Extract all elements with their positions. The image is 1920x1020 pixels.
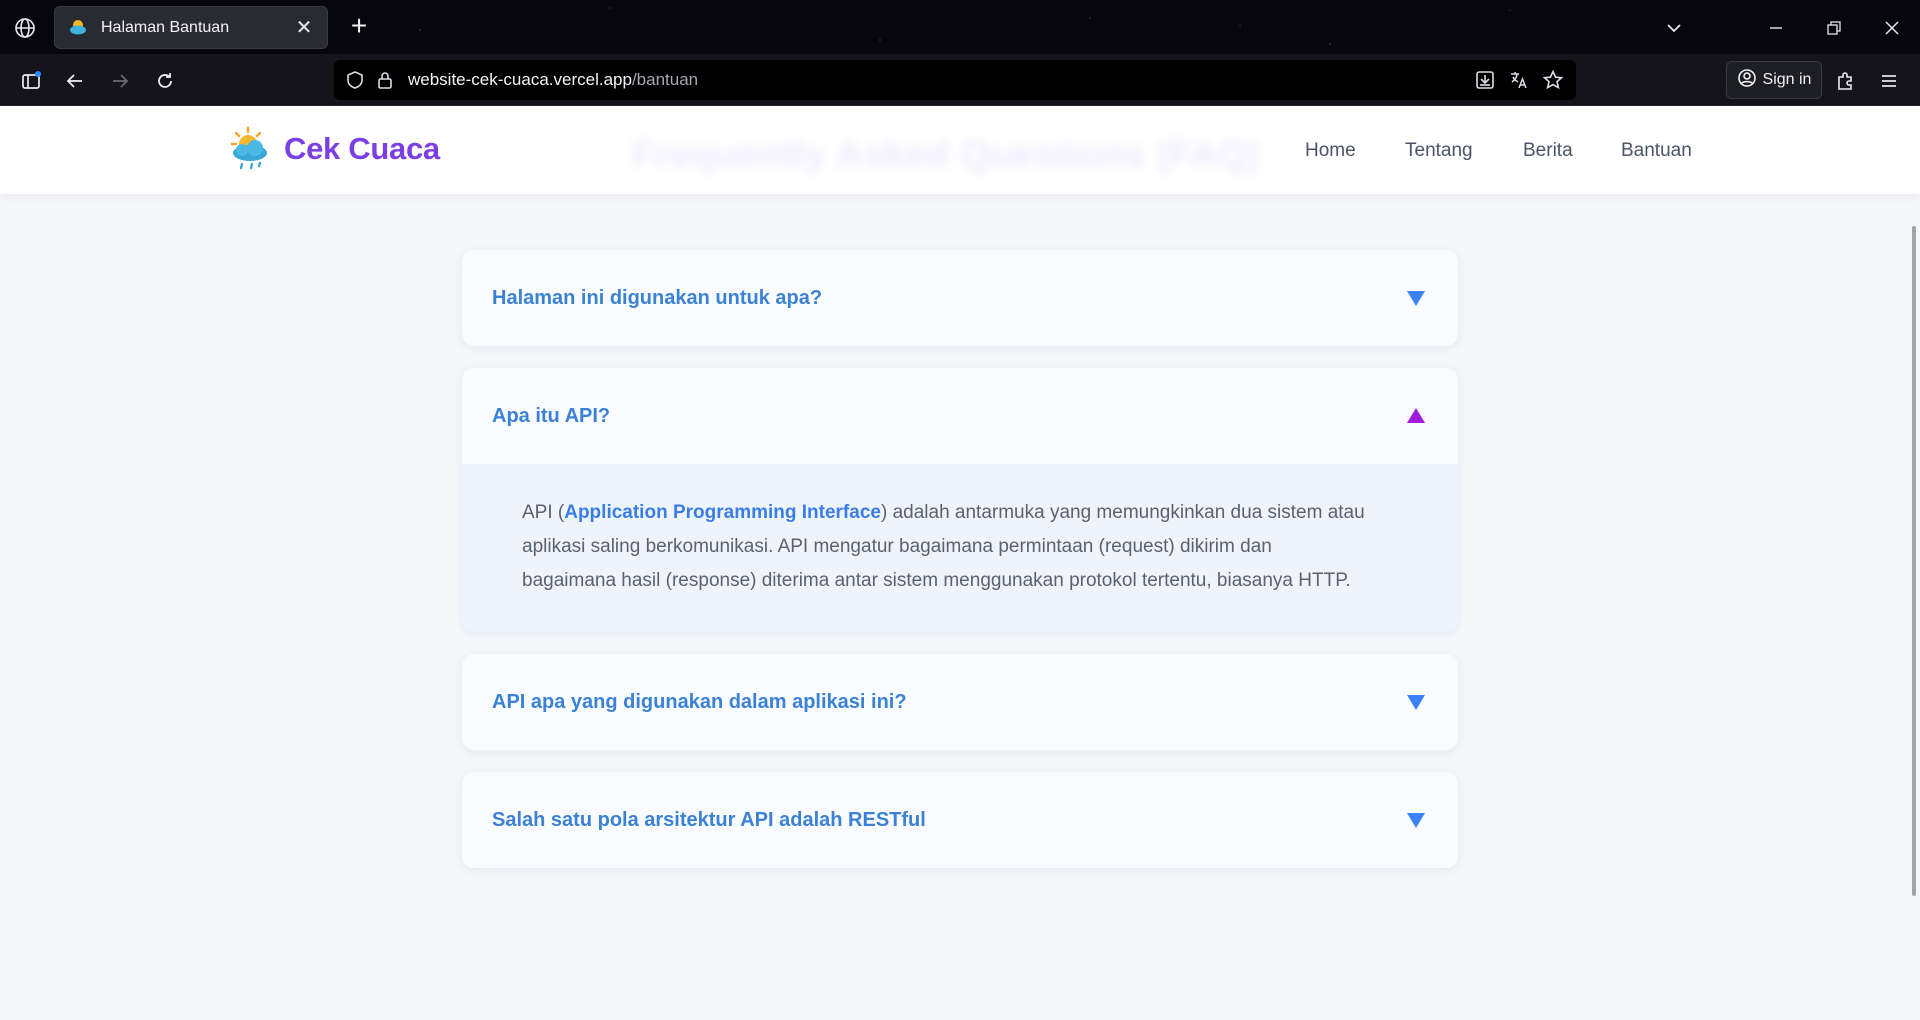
site-logo[interactable]: Cek Cuaca [228,126,440,172]
back-icon[interactable] [60,66,90,96]
brand-name: Cek Cuaca [284,131,440,166]
page-scrollbar[interactable] [1912,226,1916,896]
lock-icon[interactable] [370,65,400,95]
site-header: Cek Cuaca Frequently Asked Questions (FA… [0,106,1920,194]
nav-bantuan[interactable]: Bantuan [1621,140,1692,162]
bookmark-star-icon[interactable] [1538,65,1568,95]
extensions-icon[interactable] [1830,66,1860,96]
blurred-page-title: Frequently Asked Questions (FAQ) [632,134,1260,176]
nav-tentang[interactable]: Tentang [1405,140,1473,162]
reload-icon[interactable] [150,66,180,96]
triangle-down-icon [1404,809,1428,831]
weather-logo-icon [228,126,272,172]
faq-item: API apa yang digunakan dalam aplikasi in… [462,654,1458,750]
download-page-icon[interactable] [1470,65,1500,95]
minimize-icon[interactable] [1762,14,1790,42]
sidebar-icon[interactable] [16,66,46,96]
nav-home[interactable]: Home [1305,140,1356,162]
translate-icon[interactable] [1504,65,1534,95]
faq-item: Salah satu pola arsitektur API adalah RE… [462,772,1458,868]
weather-favicon-icon [67,17,89,39]
nav-berita[interactable]: Berita [1523,140,1573,162]
triangle-up-icon [1404,405,1428,427]
menu-icon[interactable] [1874,66,1904,96]
address-bar[interactable]: website-cek-cuaca.vercel.app/bantuan [334,60,1576,100]
faq-question-toggle[interactable]: Salah satu pola arsitektur API adalah RE… [462,772,1458,868]
triangle-down-icon [1404,287,1428,309]
faq-question: API apa yang digunakan dalam aplikasi in… [492,690,907,713]
tab-title: Halaman Bantuan [101,18,230,36]
tab-list-chevron-icon[interactable] [1660,14,1688,42]
faq-question: Apa itu API? [492,404,611,427]
faq-question-toggle[interactable]: API apa yang digunakan dalam aplikasi in… [462,654,1458,750]
faq-item: Halaman ini digunakan untuk apa? [462,250,1458,346]
sign-in-label: Sign in [1762,71,1812,88]
new-tab-icon[interactable]: + [344,12,374,42]
faq-answer: API (Application Programming Interface) … [462,464,1458,632]
sign-in-button[interactable]: Sign in [1726,61,1822,99]
close-window-icon[interactable] [1878,14,1906,42]
url-text: website-cek-cuaca.vercel.app/bantuan [408,70,698,90]
account-icon [1737,68,1757,93]
browser-tab[interactable]: Halaman Bantuan ✕ [54,6,328,49]
faq-question: Halaman ini digunakan untuk apa? [492,286,823,309]
shield-icon[interactable] [340,65,370,95]
forward-icon[interactable] [105,66,135,96]
faq-question: Salah satu pola arsitektur API adalah RE… [492,808,926,831]
faq-item-expanded: Apa itu API? API (Application Programmin… [462,368,1458,632]
tab-close-icon[interactable]: ✕ [293,17,315,39]
answer-prefix: API ( [522,502,565,523]
globe-icon[interactable] [12,15,38,41]
restore-icon[interactable] [1820,14,1848,42]
url-domain: website-cek-cuaca.vercel.app [408,70,632,89]
url-path: /bantuan [631,70,699,89]
triangle-down-icon [1404,691,1428,713]
answer-highlight: Application Programming Interface [564,502,881,523]
browser-toolbar: website-cek-cuaca.vercel.app/bantuan Sig… [0,54,1920,106]
faq-question-toggle[interactable]: Halaman ini digunakan untuk apa? [462,250,1458,346]
browser-tab-strip: Halaman Bantuan ✕ + [0,0,1920,54]
faq-question-toggle[interactable]: Apa itu API? [462,368,1458,464]
faq-list: Halaman ini digunakan untuk apa? Apa itu… [462,250,1458,890]
